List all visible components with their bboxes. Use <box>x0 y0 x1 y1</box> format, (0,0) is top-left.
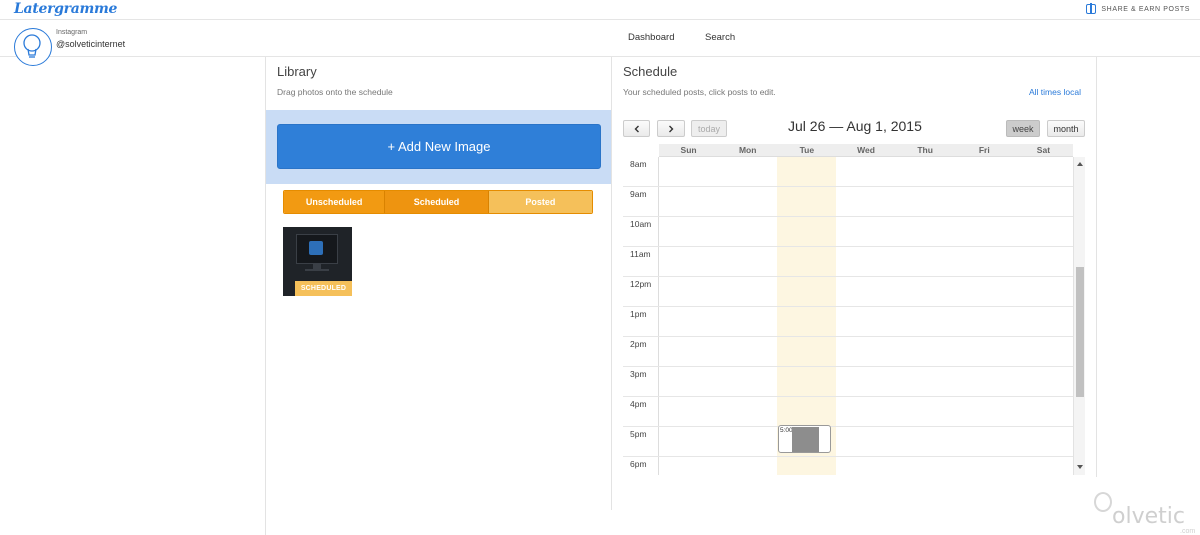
hour-line <box>623 306 1073 307</box>
schedule-title: Schedule <box>623 64 678 79</box>
watermark-text: olvetic <box>1112 504 1185 529</box>
nav-search[interactable]: Search <box>705 32 735 43</box>
watermark-suffix: .com <box>1180 528 1196 535</box>
watermark-logo: olvetic .com <box>1090 490 1200 535</box>
hour-label: 4pm <box>630 399 647 409</box>
day-header: Mon <box>738 145 757 155</box>
content-border-right <box>1096 57 1097 477</box>
account-bar: Instagram @solveticinternet Dashboard Se… <box>0 21 1200 66</box>
share-earn-label: SHARE & EARN POSTS <box>1101 5 1190 13</box>
today-button[interactable]: today <box>691 120 727 137</box>
monitor-image <box>296 234 338 264</box>
account-handle[interactable]: @solveticinternet <box>56 39 125 49</box>
next-week-button[interactable] <box>657 120 685 137</box>
add-image-dropzone: + Add New Image <box>266 110 611 184</box>
hour-line <box>623 246 1073 247</box>
time-axis-divider <box>658 157 659 475</box>
app-logo[interactable]: Latergramme <box>14 1 117 17</box>
hour-label: 12pm <box>630 279 652 289</box>
library-filter-tabs: Unscheduled Scheduled Posted <box>283 190 593 214</box>
gift-icon <box>1086 3 1097 14</box>
day-header: Thu <box>917 145 933 155</box>
week-view-button[interactable]: week <box>1006 120 1040 137</box>
hour-label: 8am <box>630 159 647 169</box>
hour-label: 9am <box>630 189 647 199</box>
lightbulb-icon <box>23 34 41 58</box>
share-earn-link[interactable]: SHARE & EARN POSTS <box>1086 3 1190 14</box>
account-type-label: Instagram <box>56 29 88 36</box>
status-badge: SCHEDULED <box>295 281 352 296</box>
library-title: Library <box>277 64 317 79</box>
chevron-left-icon <box>634 125 639 132</box>
tab-unscheduled[interactable]: Unscheduled <box>284 191 386 213</box>
event-thumbnail <box>792 427 819 452</box>
library-thumbnail[interactable]: SCHEDULED <box>283 227 352 296</box>
tab-scheduled[interactable]: Scheduled <box>385 191 489 213</box>
nav-dashboard[interactable]: Dashboard <box>628 32 674 43</box>
hour-line <box>623 216 1073 217</box>
hour-line <box>623 186 1073 187</box>
scroll-down-icon[interactable] <box>1077 465 1083 469</box>
day-header: Fri <box>978 145 990 155</box>
month-view-button[interactable]: month <box>1047 120 1085 137</box>
chevron-right-icon <box>669 125 674 132</box>
top-bar: Latergramme SHARE & EARN POSTS <box>0 0 1200 20</box>
add-new-image-button[interactable]: + Add New Image <box>277 124 601 169</box>
hour-line <box>623 456 1073 457</box>
hour-label: 11am <box>630 249 651 259</box>
library-subtitle: Drag photos onto the schedule <box>277 87 393 97</box>
day-header: Wed <box>857 145 875 155</box>
hour-label: 3pm <box>630 369 647 379</box>
day-header: Tue <box>799 145 815 155</box>
scroll-up-icon[interactable] <box>1077 162 1083 166</box>
tab-posted[interactable]: Posted <box>488 191 592 213</box>
hour-label: 5pm <box>630 429 647 439</box>
hour-line <box>623 336 1073 337</box>
hour-label: 2pm <box>630 339 647 349</box>
day-header: Sun <box>680 145 697 155</box>
calendar-date-range: Jul 26 — Aug 1, 2015 <box>788 118 922 134</box>
schedule-subtitle: Your scheduled posts, click posts to edi… <box>623 87 776 97</box>
hour-line <box>623 426 1073 427</box>
hour-label: 6pm <box>630 459 647 469</box>
avatar[interactable] <box>14 28 52 66</box>
hour-line <box>623 276 1073 277</box>
day-header-row: Sun Mon Tue Wed Thu Fri Sat <box>659 144 1073 157</box>
scrollbar-thumb[interactable] <box>1076 267 1084 397</box>
hour-line <box>623 366 1073 367</box>
calendar-scrollbar[interactable] <box>1073 157 1085 475</box>
hour-line <box>623 396 1073 397</box>
panel-divider <box>611 57 612 510</box>
hour-label: 1pm <box>630 309 647 319</box>
calendar-week-grid: Sun Mon Tue Wed Thu Fri Sat 8am 9am 10am… <box>623 144 1085 475</box>
scheduled-post-event[interactable]: 5:00 <box>778 425 831 453</box>
hour-label: 10am <box>630 219 652 229</box>
watermark-icon <box>1094 492 1112 512</box>
prev-week-button[interactable] <box>623 120 650 137</box>
timezone-link[interactable]: All times local <box>1029 87 1081 97</box>
day-header: Sat <box>1036 145 1051 155</box>
event-time: 5:00 <box>780 427 793 434</box>
